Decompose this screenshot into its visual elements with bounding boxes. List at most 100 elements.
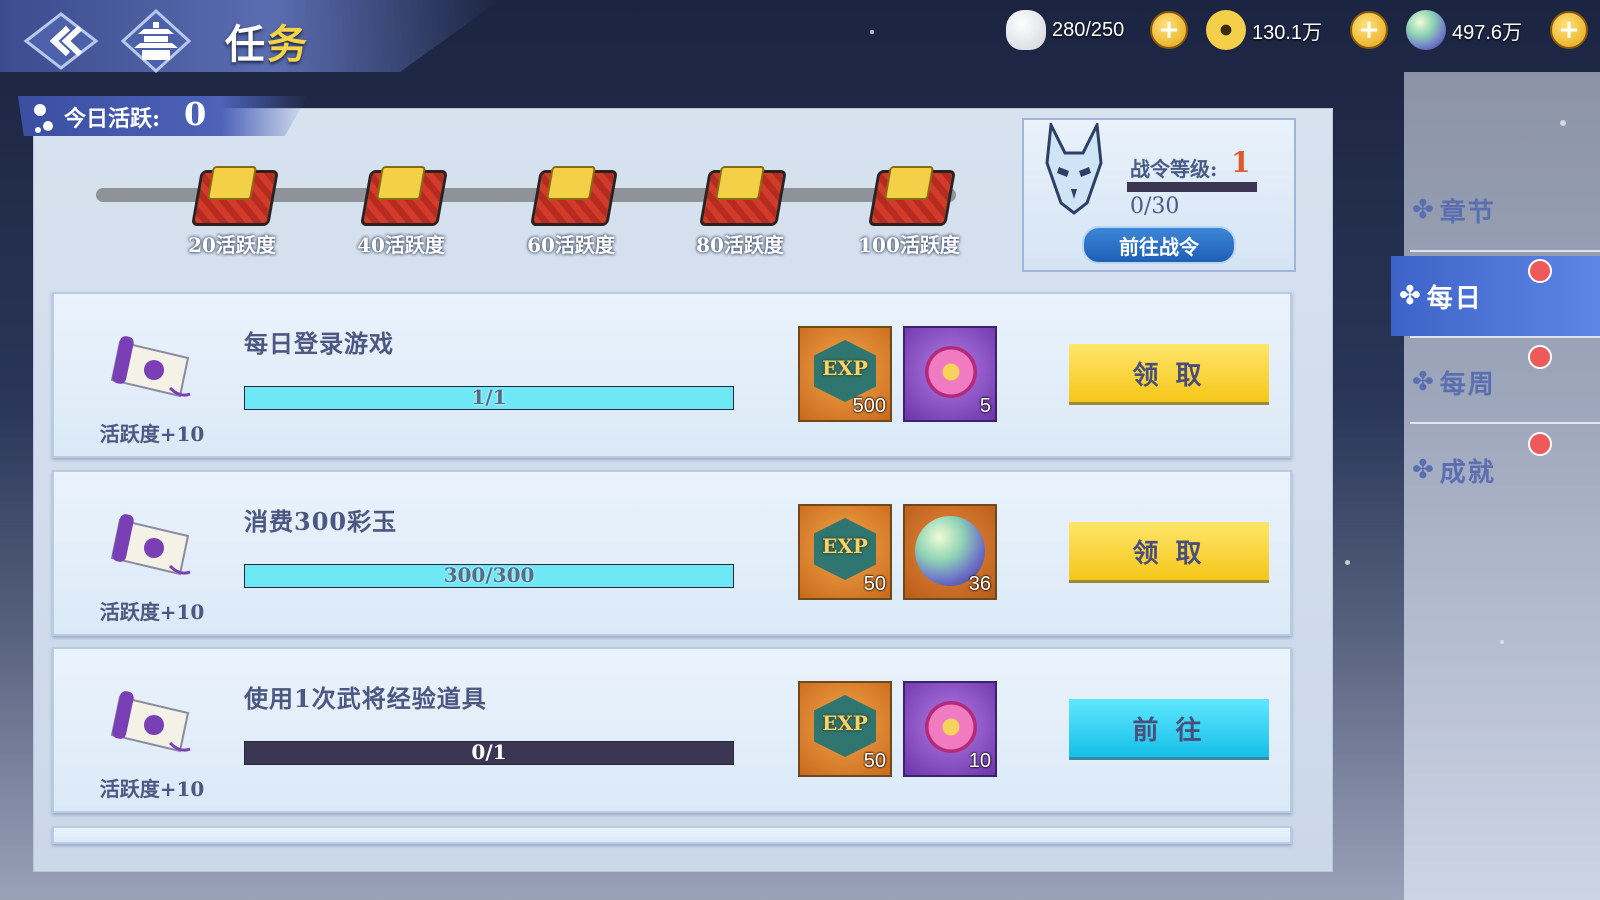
reward-qty: 36 (968, 573, 991, 595)
task-claim-button[interactable]: 领 取 (1069, 344, 1269, 402)
notification-dot (1528, 345, 1552, 369)
flower-bullet-icon: ✤ (1412, 455, 1434, 485)
snowflake (1345, 560, 1350, 565)
task-activity-reward: 活跃度+10 (99, 422, 205, 446)
reward-item-flower[interactable]: 5 (903, 326, 997, 422)
activity-chest-label: 20活跃度 (188, 233, 276, 257)
activity-chest-1[interactable] (190, 160, 279, 226)
task-name: 每日登录游戏 (244, 329, 394, 358)
notification-dot (1528, 432, 1552, 456)
add-coins-button[interactable]: + (1350, 11, 1388, 49)
reward-qty: 500 (852, 395, 886, 417)
task-activity-reward: 活跃度+10 (99, 600, 205, 624)
reward-item-exp[interactable]: EXP 50 (798, 681, 892, 777)
jade-orb-icon (1406, 10, 1446, 50)
back-button[interactable] (22, 10, 100, 72)
battle-pass-level-value: 1 (1231, 146, 1251, 179)
resource-coins: 130.1万 + (1206, 10, 1388, 50)
coin-icon (1206, 10, 1246, 50)
task-progress-bar: 1/1 (244, 385, 734, 410)
rice-ball-icon (1006, 10, 1046, 50)
activity-chest-3[interactable] (529, 160, 618, 226)
nav-daily[interactable]: ✤ 每日 (1391, 256, 1600, 336)
add-stamina-button[interactable]: + (1150, 11, 1188, 49)
chest-seal-icon (207, 166, 257, 200)
notification-dot (1528, 259, 1552, 283)
nav-label: 成就 (1439, 457, 1496, 488)
reward-qty: 5 (979, 395, 991, 417)
task-progress-text: 0/1 (471, 740, 507, 764)
activity-chest-label: 40活跃度 (357, 233, 445, 257)
today-activity-tag (18, 96, 308, 136)
nav-separator (1410, 336, 1600, 338)
chest-seal-icon (884, 166, 934, 200)
exp-label: EXP (822, 711, 868, 735)
snowflake (870, 30, 874, 34)
exp-label: EXP (822, 534, 868, 558)
reward-item-flower[interactable]: 10 (903, 681, 997, 777)
task-row: 活跃度+10 使用1次武将经验道具 0/1 EXP 50 10 前 往 (52, 647, 1292, 813)
nav-separator (1410, 250, 1600, 252)
task-progress-bar: 300/300 (244, 563, 734, 588)
nav-chapter[interactable]: ✤ 章节 (1404, 170, 1600, 250)
nav-separator (1410, 422, 1600, 424)
page-title: 任务 (225, 12, 309, 70)
battle-pass-level-label: 战令等级: (1130, 157, 1218, 181)
title-accent: 务 (267, 21, 309, 68)
task-go-button[interactable]: 前 往 (1069, 699, 1269, 757)
activity-chest-5[interactable] (867, 160, 956, 226)
flower-token-icon (925, 346, 977, 398)
nav-achievement[interactable]: ✤ 成就 (1404, 430, 1600, 510)
activity-chest-label: 80活跃度 (696, 233, 784, 257)
quest-scroll-icon (110, 691, 191, 753)
flower-bullet-icon: ✤ (1399, 281, 1421, 311)
task-row: 活跃度+10 每日登录游戏 1/1 EXP 500 5 领 取 (52, 292, 1292, 458)
back-arrow-icon (23, 12, 99, 70)
title-main: 任 (225, 21, 267, 68)
resource-jade: 497.6万 + (1406, 10, 1588, 50)
resource-stamina-value: 280/250 (1052, 18, 1125, 41)
reward-qty: 10 (968, 750, 991, 772)
task-activity-reward: 活跃度+10 (99, 777, 205, 801)
chest-seal-icon (546, 166, 596, 200)
fox-mask-icon (1045, 123, 1103, 215)
exp-label: EXP (822, 356, 868, 380)
quest-scroll-icon (110, 336, 191, 398)
activity-chest-2[interactable] (359, 160, 448, 226)
battle-pass-progress-text: 0/30 (1130, 194, 1180, 219)
reward-qty: 50 (863, 573, 886, 595)
nav-weekly[interactable]: ✤ 每周 (1404, 342, 1600, 422)
flower-bullet-icon: ✤ (1412, 195, 1434, 225)
nav-label: 每日 (1426, 283, 1483, 314)
resource-jade-value: 497.6万 (1452, 21, 1523, 44)
task-progress-text: 300/300 (443, 563, 535, 587)
add-jade-button[interactable]: + (1550, 11, 1588, 49)
flower-bullet-icon: ✤ (1412, 367, 1434, 397)
task-name: 消费300彩玉 (244, 507, 398, 536)
task-name: 使用1次武将经验道具 (244, 684, 487, 713)
quest-scroll-icon (110, 514, 191, 576)
resource-stamina: 280/250 + (1006, 10, 1188, 50)
home-button[interactable] (120, 8, 192, 74)
task-claim-button[interactable]: 领 取 (1069, 522, 1269, 580)
go-battle-pass-button[interactable]: 前往战令 (1082, 226, 1236, 264)
reward-item-exp[interactable]: EXP 500 (798, 326, 892, 422)
chest-seal-icon (715, 166, 765, 200)
nav-label: 每周 (1439, 369, 1496, 400)
today-activity-label: 今日活跃: (64, 106, 161, 132)
battle-pass-progress-bar (1127, 182, 1257, 192)
flower-token-icon (925, 701, 977, 753)
resource-coins-value: 130.1万 (1252, 21, 1323, 44)
activity-chest-4[interactable] (698, 160, 787, 226)
today-activity-value: 0 (184, 95, 207, 133)
chest-seal-icon (376, 166, 426, 200)
reward-qty: 50 (863, 750, 886, 772)
task-progress-bar: 0/1 (244, 740, 734, 765)
reward-item-orb[interactable]: 36 (903, 504, 997, 600)
activity-chest-label: 100活跃度 (858, 233, 960, 257)
task-progress-text: 1/1 (471, 385, 507, 409)
pagoda-icon (120, 8, 192, 74)
sakura-icon (34, 104, 53, 133)
reward-item-exp[interactable]: EXP 50 (798, 504, 892, 600)
nav-label: 章节 (1439, 197, 1496, 228)
